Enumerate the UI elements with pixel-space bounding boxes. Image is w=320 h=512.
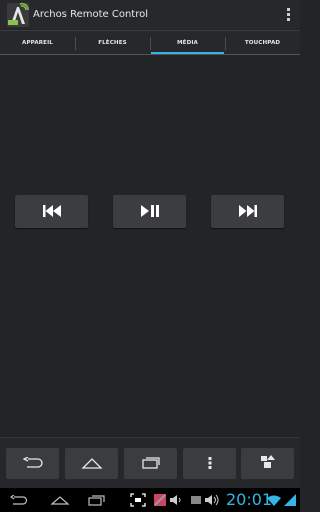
tab-touchpad[interactable]: TOUCHPAD (225, 31, 300, 55)
volume-up-icon[interactable] (203, 488, 221, 512)
remote-home-button[interactable] (65, 448, 118, 479)
remote-menu-button[interactable] (183, 448, 236, 479)
tab-appareil[interactable]: APPAREIL (0, 31, 75, 55)
shapes-icon (260, 454, 276, 473)
remote-apps-button[interactable] (241, 448, 294, 479)
recent-apps-icon (141, 454, 161, 473)
tab-divider (0, 54, 300, 55)
remote-back-button[interactable] (6, 448, 59, 479)
home-icon (80, 454, 103, 473)
signal-icon (283, 488, 297, 512)
sys-recent-apps-icon[interactable] (86, 488, 108, 512)
sys-home-icon[interactable] (48, 488, 72, 512)
app-notification-icon[interactable] (152, 488, 168, 512)
action-bar: Archos Remote Control (0, 0, 300, 29)
next-button[interactable] (211, 195, 284, 228)
tab-media[interactable]: MÉDIA (150, 31, 225, 55)
sys-back-icon[interactable] (8, 488, 30, 512)
wifi-icon (266, 488, 282, 512)
previous-button[interactable] (15, 195, 88, 228)
remote-nav-panel (0, 437, 300, 488)
skip-previous-icon (42, 202, 61, 221)
battery-icon (188, 488, 204, 512)
app-title: Archos Remote Control (33, 9, 148, 20)
screenshot-icon[interactable] (128, 488, 148, 512)
skip-next-icon (238, 202, 257, 221)
tab-bar: APPAREIL FLÈCHES MÉDIA TOUCHPAD (0, 30, 300, 55)
tab-fleches[interactable]: FLÈCHES (75, 31, 150, 55)
menu-dots-icon (208, 454, 212, 473)
system-bar: 20:01 (0, 488, 300, 512)
archos-remote-app-icon[interactable] (6, 2, 30, 28)
play-pause-icon (140, 202, 159, 221)
overflow-menu-icon[interactable] (278, 0, 298, 29)
back-icon (22, 454, 43, 473)
play-pause-button[interactable] (113, 195, 186, 228)
remote-recent-button[interactable] (124, 448, 177, 479)
volume-icon[interactable] (168, 488, 184, 512)
